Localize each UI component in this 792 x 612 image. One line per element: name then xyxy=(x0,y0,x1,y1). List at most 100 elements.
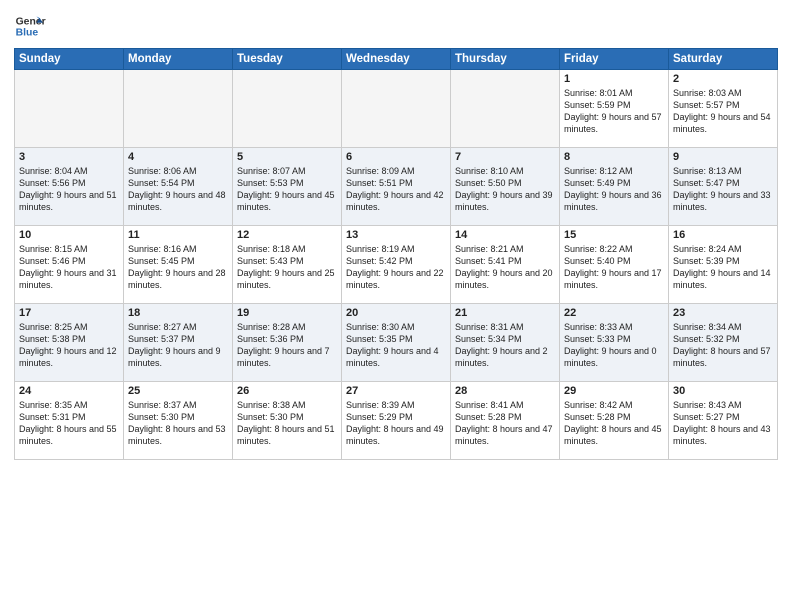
day-number: 25 xyxy=(128,385,228,397)
calendar-cell: 28Sunrise: 8:41 AM Sunset: 5:28 PM Dayli… xyxy=(451,382,560,460)
calendar-cell: 2Sunrise: 8:03 AM Sunset: 5:57 PM Daylig… xyxy=(669,70,778,148)
calendar-cell: 19 Sunrise: 8:28 AM Sunset: 5:36 PM Dayli… xyxy=(233,304,342,382)
calendar-cell: 30Sunrise: 8:43 AM Sunset: 5:27 PM Dayli… xyxy=(669,382,778,460)
day-number: 10 xyxy=(19,229,119,241)
logo: General Blue xyxy=(14,10,50,42)
week-row-1: 1Sunrise: 8:01 AM Sunset: 5:59 PM Daylig… xyxy=(15,70,778,148)
day-info: Sunrise: 8:25 AM Sunset: 5:38 PM Dayligh… xyxy=(19,321,119,370)
day-info: Sunrise: 8:34 AM Sunset: 5:32 PM Dayligh… xyxy=(673,321,773,370)
weekday-header-saturday: Saturday xyxy=(669,49,778,70)
day-number: 13 xyxy=(346,229,446,241)
logo-icon: General Blue xyxy=(14,10,46,42)
day-number: 26 xyxy=(237,385,337,397)
day-number: 8 xyxy=(564,151,664,163)
calendar-cell: 16 Sunrise: 8:24 AM Sunset: 5:39 PM Dayli… xyxy=(669,226,778,304)
week-row-4: 17 Sunrise: 8:25 AM Sunset: 5:38 PM Dayli… xyxy=(15,304,778,382)
calendar-cell: 5 Sunrise: 8:07 AM Sunset: 5:53 PM Daylig… xyxy=(233,148,342,226)
day-number: 3 xyxy=(19,151,119,163)
calendar-cell: 11 Sunrise: 8:16 AM Sunset: 5:45 PM Dayli… xyxy=(124,226,233,304)
calendar-cell: 12Sunrise: 8:18 AM Sunset: 5:43 PM Dayli… xyxy=(233,226,342,304)
calendar-cell: 3 Sunrise: 8:04 AM Sunset: 5:56 PM Daylig… xyxy=(15,148,124,226)
day-info: Sunrise: 8:16 AM Sunset: 5:45 PM Dayligh… xyxy=(128,243,228,292)
day-number: 21 xyxy=(455,307,555,319)
calendar-cell: 14 Sunrise: 8:21 AM Sunset: 5:41 PM Dayli… xyxy=(451,226,560,304)
day-info: Sunrise: 8:41 AM Sunset: 5:28 PM Dayligh… xyxy=(455,399,555,448)
day-info: Sunrise: 8:22 AM Sunset: 5:40 PM Dayligh… xyxy=(564,243,664,292)
svg-text:Blue: Blue xyxy=(16,28,39,39)
calendar-cell: 29 Sunrise: 8:42 AM Sunset: 5:28 PM Dayli… xyxy=(560,382,669,460)
day-info: Sunrise: 8:35 AM Sunset: 5:31 PM Dayligh… xyxy=(19,399,119,448)
header: General Blue xyxy=(14,10,778,42)
calendar-cell: 17 Sunrise: 8:25 AM Sunset: 5:38 PM Dayli… xyxy=(15,304,124,382)
calendar-table: SundayMondayTuesdayWednesdayThursdayFrid… xyxy=(14,48,778,460)
day-info: Sunrise: 8:42 AM Sunset: 5:28 PM Dayligh… xyxy=(564,399,664,448)
calendar-cell: 13 Sunrise: 8:19 AM Sunset: 5:42 PM Dayli… xyxy=(342,226,451,304)
calendar-cell: 27 Sunrise: 8:39 AM Sunset: 5:29 PM Dayli… xyxy=(342,382,451,460)
day-number: 19 xyxy=(237,307,337,319)
day-info: Sunrise: 8:39 AM Sunset: 5:29 PM Dayligh… xyxy=(346,399,446,448)
calendar-cell: 8 Sunrise: 8:12 AM Sunset: 5:49 PM Daylig… xyxy=(560,148,669,226)
day-info: Sunrise: 8:38 AM Sunset: 5:30 PM Dayligh… xyxy=(237,399,337,448)
day-number: 30 xyxy=(673,385,773,397)
day-info: Sunrise: 8:07 AM Sunset: 5:53 PM Dayligh… xyxy=(237,165,337,214)
day-number: 20 xyxy=(346,307,446,319)
day-number: 22 xyxy=(564,307,664,319)
weekday-header-monday: Monday xyxy=(124,49,233,70)
day-info: Sunrise: 8:15 AM Sunset: 5:46 PM Dayligh… xyxy=(19,243,119,292)
day-info: Sunrise: 8:09 AM Sunset: 5:51 PM Dayligh… xyxy=(346,165,446,214)
day-info: Sunrise: 8:21 AM Sunset: 5:41 PM Dayligh… xyxy=(455,243,555,292)
day-info: Sunrise: 8:24 AM Sunset: 5:39 PM Dayligh… xyxy=(673,243,773,292)
day-number: 5 xyxy=(237,151,337,163)
weekday-header-friday: Friday xyxy=(560,49,669,70)
day-info: Sunrise: 8:12 AM Sunset: 5:49 PM Dayligh… xyxy=(564,165,664,214)
day-number: 6 xyxy=(346,151,446,163)
calendar-cell xyxy=(451,70,560,148)
calendar-cell: 9Sunrise: 8:13 AM Sunset: 5:47 PM Daylig… xyxy=(669,148,778,226)
calendar-cell: 15 Sunrise: 8:22 AM Sunset: 5:40 PM Dayli… xyxy=(560,226,669,304)
calendar-cell: 4 Sunrise: 8:06 AM Sunset: 5:54 PM Daylig… xyxy=(124,148,233,226)
week-row-5: 24Sunrise: 8:35 AM Sunset: 5:31 PM Dayli… xyxy=(15,382,778,460)
day-number: 27 xyxy=(346,385,446,397)
calendar-cell: 18 Sunrise: 8:27 AM Sunset: 5:37 PM Dayli… xyxy=(124,304,233,382)
day-number: 7 xyxy=(455,151,555,163)
week-row-3: 10 Sunrise: 8:15 AM Sunset: 5:46 PM Dayli… xyxy=(15,226,778,304)
day-number: 16 xyxy=(673,229,773,241)
calendar-cell: 25 Sunrise: 8:37 AM Sunset: 5:30 PM Dayli… xyxy=(124,382,233,460)
weekday-header-sunday: Sunday xyxy=(15,49,124,70)
calendar-cell: 6 Sunrise: 8:09 AM Sunset: 5:51 PM Daylig… xyxy=(342,148,451,226)
day-info: Sunrise: 8:37 AM Sunset: 5:30 PM Dayligh… xyxy=(128,399,228,448)
calendar-cell: 22Sunrise: 8:33 AM Sunset: 5:33 PM Dayli… xyxy=(560,304,669,382)
day-info: Sunrise: 8:27 AM Sunset: 5:37 PM Dayligh… xyxy=(128,321,228,370)
calendar-cell xyxy=(233,70,342,148)
day-number: 11 xyxy=(128,229,228,241)
day-info: Sunrise: 8:28 AM Sunset: 5:36 PM Dayligh… xyxy=(237,321,337,370)
day-info: Sunrise: 8:19 AM Sunset: 5:42 PM Dayligh… xyxy=(346,243,446,292)
weekday-header-thursday: Thursday xyxy=(451,49,560,70)
day-number: 29 xyxy=(564,385,664,397)
day-number: 17 xyxy=(19,307,119,319)
weekday-header-row: SundayMondayTuesdayWednesdayThursdayFrid… xyxy=(15,49,778,70)
day-number: 14 xyxy=(455,229,555,241)
day-number: 1 xyxy=(564,73,664,85)
day-number: 9 xyxy=(673,151,773,163)
day-number: 4 xyxy=(128,151,228,163)
day-info: Sunrise: 8:31 AM Sunset: 5:34 PM Dayligh… xyxy=(455,321,555,370)
calendar-cell: 23 Sunrise: 8:34 AM Sunset: 5:32 PM Dayli… xyxy=(669,304,778,382)
day-info: Sunrise: 8:30 AM Sunset: 5:35 PM Dayligh… xyxy=(346,321,446,370)
calendar-cell xyxy=(15,70,124,148)
day-info: Sunrise: 8:04 AM Sunset: 5:56 PM Dayligh… xyxy=(19,165,119,214)
day-info: Sunrise: 8:10 AM Sunset: 5:50 PM Dayligh… xyxy=(455,165,555,214)
week-row-2: 3 Sunrise: 8:04 AM Sunset: 5:56 PM Daylig… xyxy=(15,148,778,226)
calendar-cell: 20 Sunrise: 8:30 AM Sunset: 5:35 PM Dayli… xyxy=(342,304,451,382)
day-info: Sunrise: 8:06 AM Sunset: 5:54 PM Dayligh… xyxy=(128,165,228,214)
calendar-container: General Blue SundayMondayTuesdayWednesda… xyxy=(0,0,792,612)
day-number: 15 xyxy=(564,229,664,241)
weekday-header-wednesday: Wednesday xyxy=(342,49,451,70)
calendar-cell: 7 Sunrise: 8:10 AM Sunset: 5:50 PM Daylig… xyxy=(451,148,560,226)
day-number: 2 xyxy=(673,73,773,85)
day-number: 23 xyxy=(673,307,773,319)
day-number: 18 xyxy=(128,307,228,319)
calendar-cell: 26 Sunrise: 8:38 AM Sunset: 5:30 PM Dayli… xyxy=(233,382,342,460)
weekday-header-tuesday: Tuesday xyxy=(233,49,342,70)
calendar-cell xyxy=(124,70,233,148)
